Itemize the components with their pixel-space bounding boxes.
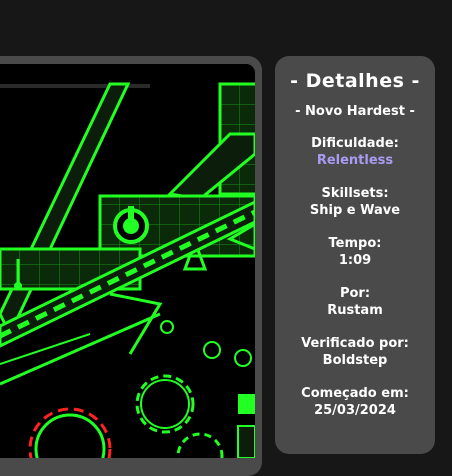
time-label: Tempo: [328, 236, 382, 251]
time-value: 1:09 [338, 253, 372, 268]
verifier-field: Verificado por: Boldstep [275, 335, 435, 369]
time-field: Tempo: 1:09 [275, 235, 435, 269]
details-subtitle: - Novo Hardest - [295, 104, 415, 119]
verifier-label: Verificado por: [301, 336, 409, 351]
skillsets-value: Ship e Wave [309, 203, 401, 218]
cog-icon [28, 407, 112, 458]
started-value: 25/03/2024 [314, 403, 396, 418]
creator-label: Por: [339, 286, 371, 301]
skillsets-label: Skillsets: [321, 186, 389, 201]
skillsets-field: Skillsets: Ship e Wave [275, 185, 435, 219]
difficulty-value: Relentless [316, 153, 394, 168]
details-panel: - Detalhes - - Novo Hardest - Dificuldad… [275, 56, 435, 454]
cog-icon [135, 374, 195, 434]
details-title: - Detalhes - [290, 70, 420, 92]
cog-icon [176, 432, 224, 458]
difficulty-label: Dificuldade: [311, 136, 399, 151]
creator-field: Por: Rustam [275, 285, 435, 319]
level-thumbnail[interactable] [0, 64, 255, 458]
difficulty-field: Dificuldade: Relentless [275, 135, 435, 169]
creator-value: Rustam [327, 303, 383, 318]
verifier-value: Boldstep [322, 353, 388, 368]
started-label: Começado em: [301, 386, 409, 401]
started-field: Começado em: 25/03/2024 [275, 385, 435, 419]
